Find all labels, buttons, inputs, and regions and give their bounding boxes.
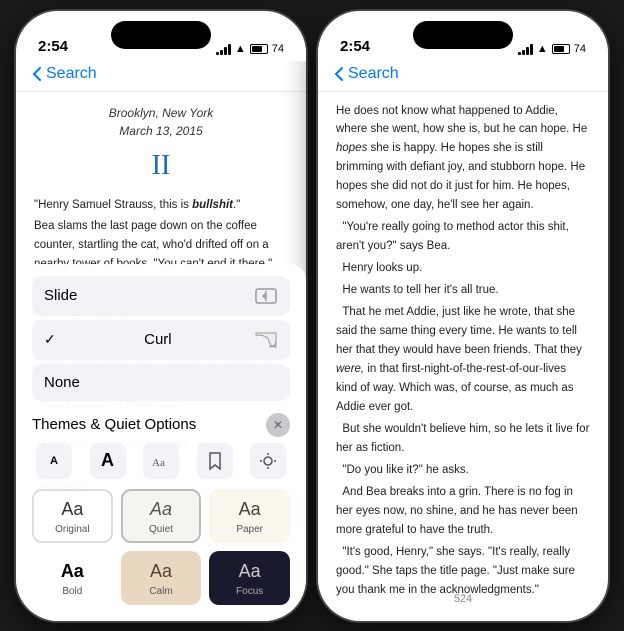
font-select-button[interactable]: Aa	[143, 443, 179, 479]
right-status-time: 2:54	[340, 38, 370, 55]
calm-name: Calm	[149, 586, 172, 597]
themes-grid: Aa Original Aa Quiet Aa Paper Aa Bold Aa	[32, 489, 290, 605]
theme-calm[interactable]: Aa Calm	[121, 551, 202, 605]
focus-name: Focus	[236, 586, 263, 597]
bold-aa: Aa	[61, 561, 84, 582]
theme-original[interactable]: Aa Original	[32, 489, 113, 543]
phones-container: 2:54 ▲ 74 Search	[16, 11, 608, 621]
themes-label: Themes & Quiet Options	[32, 416, 196, 433]
transition-options: Slide ✓ Curl	[32, 276, 290, 405]
theme-focus[interactable]: Aa Focus	[209, 551, 290, 605]
increase-font-button[interactable]: A	[90, 443, 126, 479]
curl-option[interactable]: ✓ Curl	[32, 320, 290, 360]
quiet-name: Quiet	[149, 524, 173, 535]
close-button[interactable]: ✕	[266, 413, 290, 437]
decrease-font-button[interactable]: A	[36, 443, 72, 479]
bookmark-button[interactable]	[197, 443, 233, 479]
bold-name: Bold	[62, 586, 82, 597]
calm-aa: Aa	[150, 561, 172, 582]
right-nav-bar: Search	[318, 61, 608, 92]
right-back-label: Search	[348, 65, 399, 83]
right-dynamic-island	[413, 21, 513, 49]
right-phone: 2:54 ▲ 74 Search He doe	[318, 11, 608, 621]
original-name: Original	[55, 524, 89, 535]
left-back-label: Search	[46, 65, 97, 83]
font-icon: Aa	[151, 453, 171, 469]
left-nav-bar: Search	[16, 61, 306, 92]
dynamic-island	[111, 21, 211, 49]
theme-paper[interactable]: Aa Paper	[209, 489, 290, 543]
left-back-button[interactable]: Search	[32, 65, 97, 83]
brightness-icon	[259, 452, 277, 470]
slide-icon	[254, 286, 278, 306]
right-wifi-icon: ▲	[537, 43, 548, 55]
right-status-icons: ▲ 74	[518, 43, 586, 55]
book-location: Brooklyn, New YorkMarch 13, 2015	[34, 104, 288, 140]
left-phone: 2:54 ▲ 74 Search	[16, 11, 306, 621]
bookmark-icon	[208, 452, 222, 470]
book-chapter: II	[34, 144, 288, 189]
right-signal-bars-icon	[518, 43, 533, 55]
left-status-icons: ▲ 74	[216, 43, 284, 55]
right-chevron-left-icon	[334, 66, 344, 82]
battery-icon	[250, 44, 268, 54]
theme-quiet[interactable]: Aa Quiet	[121, 489, 202, 543]
svg-text:Aa: Aa	[152, 457, 165, 469]
battery-level: 74	[272, 43, 284, 55]
right-battery-icon	[552, 44, 570, 54]
curl-label: Curl	[144, 331, 172, 348]
overlay-panel: Slide ✓ Curl	[16, 264, 306, 621]
focus-aa: Aa	[239, 561, 261, 582]
left-status-time: 2:54	[38, 38, 68, 55]
themes-header: Themes & Quiet Options ✕	[32, 413, 290, 437]
slide-option[interactable]: Slide	[32, 276, 290, 316]
none-label: None	[44, 374, 80, 391]
right-battery-level: 74	[574, 43, 586, 55]
wifi-icon: ▲	[235, 43, 246, 55]
right-back-button[interactable]: Search	[334, 65, 399, 83]
paper-name: Paper	[236, 524, 263, 535]
page-number: 524	[318, 585, 608, 613]
brightness-button[interactable]	[250, 443, 286, 479]
curl-icon	[254, 330, 278, 350]
original-aa: Aa	[61, 499, 83, 520]
theme-bold[interactable]: Aa Bold	[32, 551, 113, 605]
signal-bars-icon	[216, 43, 231, 55]
paper-aa: Aa	[239, 499, 261, 520]
right-book-content: He does not know what happened to Addie,…	[318, 92, 608, 602]
text-toolbar: A A Aa	[32, 443, 290, 479]
none-option[interactable]: None	[32, 364, 290, 401]
slide-label: Slide	[44, 287, 77, 304]
chevron-left-icon	[32, 66, 42, 82]
quiet-aa: Aa	[150, 499, 172, 520]
